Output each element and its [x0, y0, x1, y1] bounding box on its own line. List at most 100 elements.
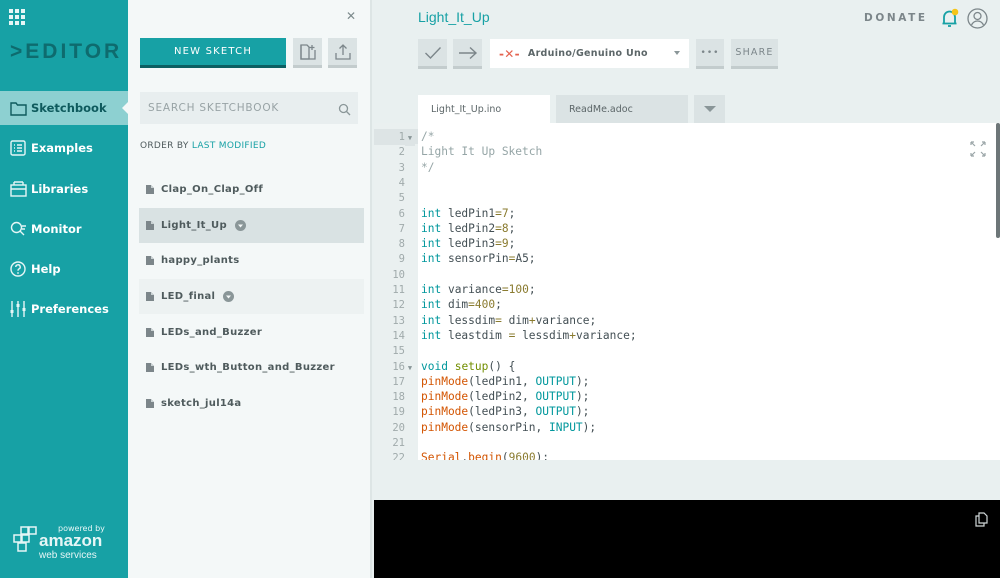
copy-output-button[interactable]	[975, 512, 989, 531]
sidebar-item-libraries[interactable]: Libraries	[0, 172, 128, 206]
sketch-list-item[interactable]: LEDs_wth_Button_and_Buzzer	[139, 350, 364, 386]
sidebar-item-sketchbook[interactable]: Sketchbook	[0, 91, 128, 125]
code-line: 4	[374, 175, 994, 190]
user-icon	[967, 8, 988, 29]
main-area: Light_It_Up DONATE -✕- Arduino/Genuino U…	[374, 0, 1000, 578]
editor-brand: >EDITOR	[10, 40, 123, 63]
share-button[interactable]: SHARE	[731, 39, 778, 69]
new-folder-button[interactable]	[293, 38, 322, 68]
code-line: 8 int ledPin3=9;	[374, 236, 994, 251]
code-line: 15	[374, 343, 994, 358]
line-number: 1	[374, 130, 405, 146]
code-text: /*	[421, 130, 435, 143]
copy-icon	[975, 512, 988, 527]
user-account-button[interactable]	[967, 8, 988, 33]
line-number: 5	[398, 192, 405, 205]
sketch-list-item[interactable]: LEDs_and_Buzzer	[139, 314, 364, 350]
checkmark-icon	[424, 46, 441, 59]
line-number: 19	[392, 406, 405, 419]
line-number: 20	[392, 421, 405, 434]
sketch-list-item[interactable]: sketch_jul14a	[139, 386, 364, 422]
sidebar-item-examples[interactable]: Examples	[0, 131, 128, 165]
code-text: Light It Up Sketch	[421, 145, 543, 159]
line-number: 16	[392, 360, 405, 373]
sketch-title[interactable]: Light_It_Up	[418, 9, 490, 25]
sidebar-item-preferences[interactable]: Preferences	[0, 292, 128, 326]
folder-icon	[9, 99, 27, 117]
apps-grid-icon[interactable]	[9, 9, 25, 25]
code-line: 6 int ledPin1=7;	[374, 206, 994, 221]
search-icon[interactable]	[338, 101, 351, 120]
sketchbook-search	[140, 92, 358, 124]
tab-light-it-up-ino[interactable]: Light_It_Up.ino	[418, 95, 550, 123]
sketch-options-button[interactable]	[234, 219, 246, 231]
sidebar-nav: Sketchbook Examples Libraries Monitor He…	[0, 91, 128, 333]
board-selector[interactable]: -✕- Arduino/Genuino Uno	[490, 39, 689, 68]
code-text: pinMode(ledPin2, OUTPUT);	[421, 390, 590, 404]
sketch-name: happy_plants	[161, 255, 240, 267]
bell-icon	[942, 8, 959, 27]
tab-readme-adoc[interactable]: ReadMe.adoc	[556, 95, 688, 123]
code-line: 17 pinMode(ledPin1, OUTPUT);	[374, 374, 994, 389]
line-number: 8	[398, 238, 405, 251]
sidebar-item-label: Help	[31, 262, 61, 277]
close-panel-button[interactable]: ✕	[346, 9, 356, 23]
sidebar-item-label: Libraries	[31, 181, 89, 196]
line-number: 21	[392, 437, 405, 449]
file-icon	[145, 327, 155, 338]
sidebar-item-help[interactable]: Help	[0, 252, 128, 286]
sketch-name: Light_It_Up	[161, 219, 227, 231]
donate-link[interactable]: DONATE	[864, 12, 928, 24]
sketch-name: LEDs_wth_Button_and_Buzzer	[161, 362, 335, 374]
line-number: 14	[392, 329, 405, 342]
chevron-down-circle-icon	[223, 291, 235, 303]
code-line: 20 pinMode(sensorPin, INPUT);	[374, 420, 994, 435]
line-number: 7	[398, 222, 405, 235]
order-by-dropdown[interactable]: LAST MODIFIED	[192, 141, 266, 151]
sketch-list-item[interactable]: Clap_On_Clap_Off	[139, 172, 364, 208]
line-number: 4	[398, 176, 405, 189]
more-options-button[interactable]: •••	[696, 39, 724, 69]
code-line: 16 ▼ void setup() {	[374, 359, 994, 374]
code-line: 5	[374, 190, 994, 205]
notifications-button[interactable]	[940, 8, 960, 32]
board-name: Arduino/Genuino Uno	[527, 48, 648, 59]
expand-editor-button[interactable]	[970, 141, 986, 161]
file-icon	[145, 362, 155, 373]
sketch-list-item[interactable]: LED_final	[139, 278, 364, 315]
sketch-list-item[interactable]: happy_plants	[139, 243, 364, 279]
aws-logo: powered by amazon web services	[12, 522, 122, 562]
code-line: 9 int sensorPin=A5;	[374, 251, 994, 266]
code-line: 1 ▼/*	[374, 129, 994, 147]
file-icon	[145, 184, 155, 195]
code-editor[interactable]: 1 ▼/* 2 Light It Up Sketch 3 */ 4 5 6 int ledPin1…	[374, 123, 1000, 460]
arrow-right-icon	[458, 46, 477, 59]
tabs-menu-button[interactable]	[694, 95, 725, 123]
expand-icon	[970, 141, 986, 157]
new-sketch-button[interactable]: NEW SKETCH	[140, 38, 286, 68]
upload-sketch-button[interactable]	[453, 39, 482, 69]
sketch-name: LEDs_and_Buzzer	[161, 326, 263, 338]
sketch-list-item[interactable]: Light_It_Up	[139, 207, 364, 244]
line-number: 2	[398, 146, 405, 159]
monitor-search-icon	[9, 220, 27, 238]
sketch-options-button[interactable]	[223, 291, 235, 303]
code-text: Serial.begin(9600);	[421, 451, 550, 460]
disconnected-icon: -✕-	[499, 46, 520, 61]
help-icon	[9, 260, 27, 278]
search-sketchbook-input[interactable]	[148, 102, 333, 114]
sidebar-item-label: Sketchbook	[31, 101, 107, 115]
code-text: int lessdim= dim+variance;	[421, 313, 597, 327]
upload-icon	[334, 43, 351, 60]
sidebar-item-monitor[interactable]: Monitor	[0, 212, 128, 246]
editor-scrollbar[interactable]	[996, 123, 1000, 238]
verify-button[interactable]	[418, 39, 447, 69]
aws-cubes-icon	[13, 526, 37, 552]
code-text: void setup() {	[421, 359, 516, 373]
line-number: 17	[392, 375, 405, 388]
code-line: 14 int leastdim = lessdim+variance;	[374, 328, 994, 343]
new-file-icon	[299, 43, 316, 60]
upload-button[interactable]	[328, 38, 357, 68]
line-number: 10	[392, 268, 405, 281]
code-text: int dim=400;	[421, 298, 502, 312]
